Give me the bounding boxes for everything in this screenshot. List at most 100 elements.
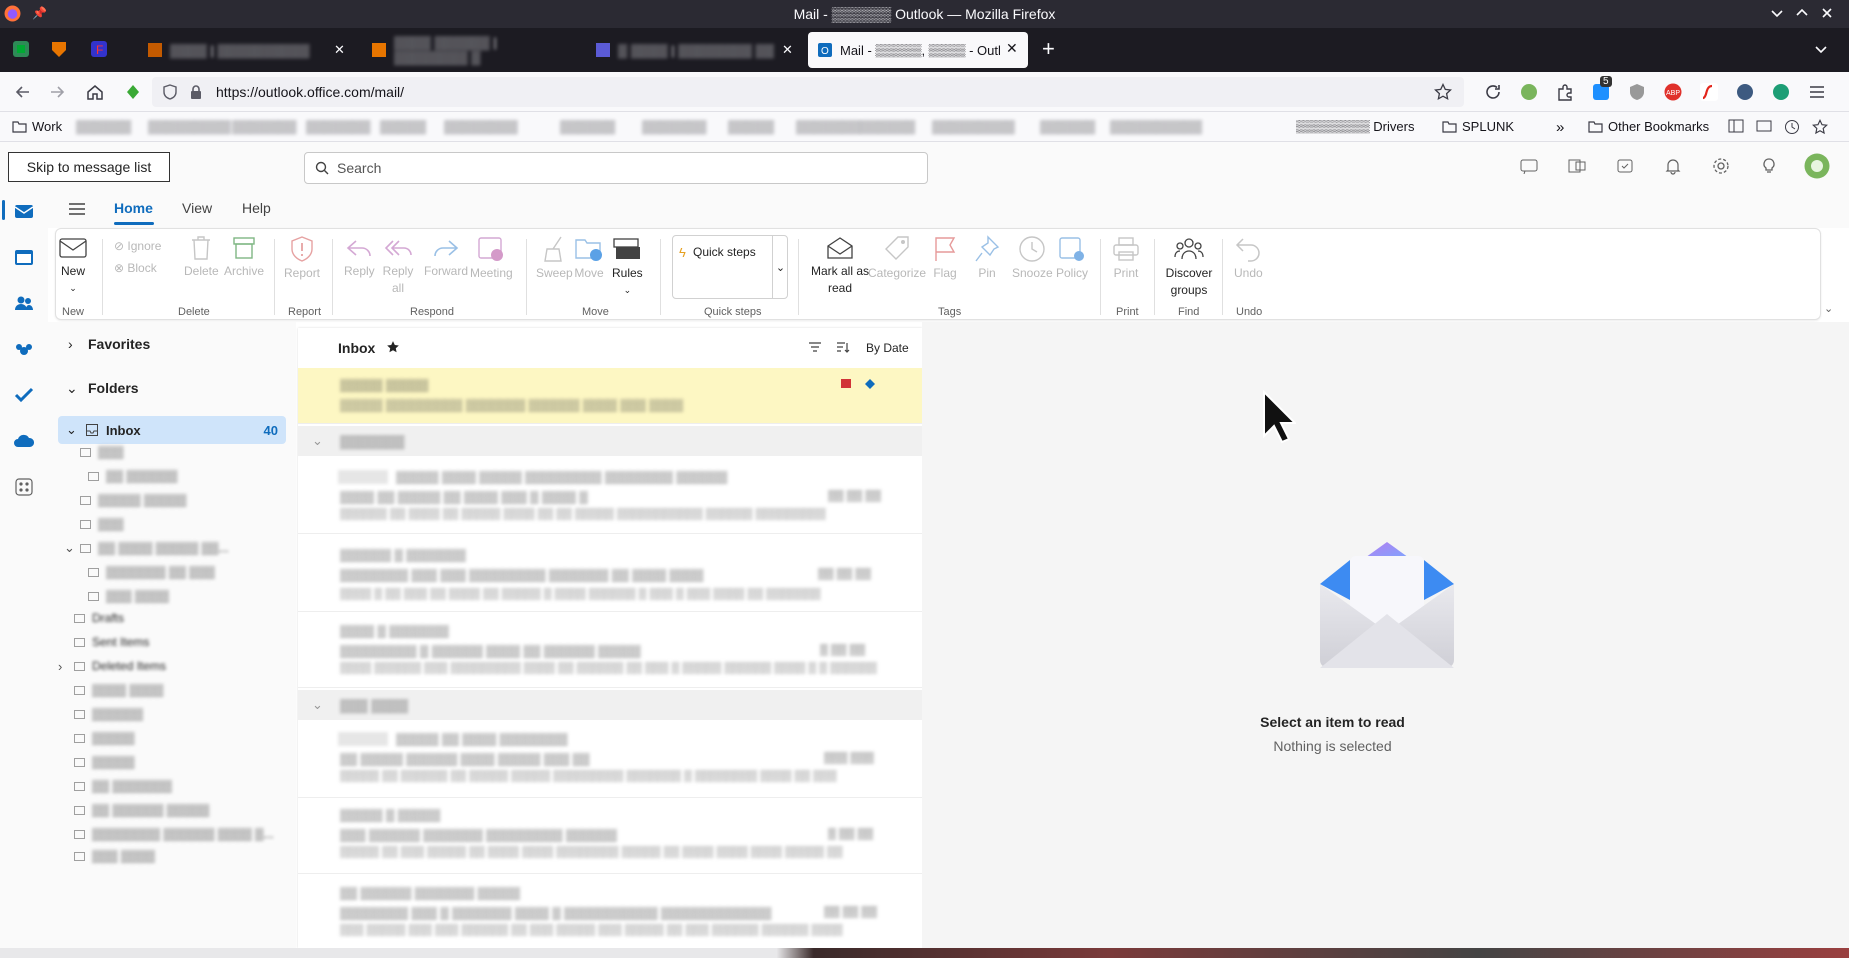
pin-button[interactable]: Pin — [974, 235, 1000, 282]
extension-icon[interactable] — [124, 83, 142, 101]
mark-all-read-button[interactable]: Mark all as read — [808, 235, 872, 297]
lightbulb-icon[interactable] — [1760, 157, 1778, 175]
flash-extension-icon[interactable] — [1700, 83, 1718, 101]
bookmark-item[interactable]: ▒▒▒▒▒▒ — [76, 119, 131, 134]
minimize-chevron-icon[interactable] — [1770, 6, 1784, 20]
extensions-puzzle-icon[interactable] — [1556, 83, 1574, 101]
sidebar-toggle-icon[interactable] — [1728, 119, 1744, 133]
lock-icon[interactable] — [188, 84, 204, 100]
meet-now-icon[interactable] — [1520, 158, 1538, 174]
tab-home[interactable]: Home — [114, 200, 153, 216]
history-clock-icon[interactable] — [1784, 119, 1800, 135]
move-button[interactable]: Move — [574, 235, 604, 282]
ribbon-collapse-chevron-icon[interactable]: ⌄ — [1824, 302, 1833, 315]
bookmark-item[interactable]: ▒▒▒▒▒▒▒▒ Drivers — [1296, 119, 1430, 134]
forward-arrow-icon[interactable] — [48, 83, 66, 101]
bookmarks-overflow-chevron-icon[interactable]: » — [1556, 119, 1564, 136]
bookmark-folder[interactable]: Work — [12, 119, 62, 134]
message-row-flagged[interactable]: ▒▒▒▒▒ ▒▒▒▒▒ ▒▒▒▒▒ ▒▒▒▒▒▒▒▒▒ ▒▒▒▒▒▒▒ ▒▒▒▒… — [298, 368, 922, 424]
chevron-down-icon[interactable]: ⌄ — [624, 282, 632, 299]
bookmark-item[interactable]: ▒▒▒▒▒▒▒▒▒▒ — [1110, 119, 1202, 134]
archive-button[interactable]: Archive — [224, 235, 264, 280]
ignore-button[interactable]: ⊘ Ignore — [114, 239, 161, 253]
reply-button[interactable]: Reply — [344, 235, 375, 280]
message-row[interactable]: ▒▒▒▒▒ ▒▒ ▒▒▒▒ ▒▒▒▒▒▒▒▒ ▒▒ ▒▒▒▒▒ ▒▒▒▒▒▒ ▒… — [298, 722, 922, 798]
print-button[interactable]: Print — [1112, 235, 1140, 282]
menu-hamburger-icon[interactable] — [1808, 83, 1826, 101]
flag-button[interactable]: Flag — [932, 235, 958, 282]
meeting-button[interactable]: Meeting — [470, 235, 513, 282]
bookmark-item[interactable]: ▒▒▒▒▒▒▒▒▒ — [932, 119, 1015, 134]
extension-icon[interactable] — [1772, 83, 1790, 101]
snooze-button[interactable]: Snooze — [1012, 235, 1053, 282]
flag-icon[interactable] — [840, 378, 852, 390]
close-tab-icon[interactable]: ✕ — [1006, 40, 1018, 57]
url-text[interactable]: https://outlook.office.com/mail/ — [216, 84, 404, 100]
bookmark-item[interactable]: ▒▒▒▒▒▒▒ — [796, 119, 860, 134]
message-row[interactable]: ▒▒▒▒▒▒ ▒ ▒▒▒▒▒▒▒ ▒▒▒▒▒▒▒▒ ▒▒▒ ▒▒▒ ▒▒▒▒▒▒… — [298, 534, 922, 612]
sweep-button[interactable]: Sweep — [536, 235, 573, 282]
people-app-icon[interactable] — [14, 294, 34, 312]
mail-app-icon[interactable] — [14, 202, 34, 220]
shield-extension-icon[interactable] — [1628, 83, 1646, 101]
home-icon[interactable] — [86, 83, 104, 101]
block-button[interactable]: ⊗ Block — [114, 261, 157, 275]
quick-steps-chevron-icon[interactable]: ⌄ — [772, 236, 788, 298]
bell-icon[interactable] — [1664, 157, 1682, 175]
favorites-header[interactable]: › Favorites — [48, 330, 296, 358]
groups-app-icon[interactable] — [14, 340, 34, 358]
gear-icon[interactable] — [1712, 157, 1730, 175]
close-tab-icon[interactable]: ✕ — [782, 42, 793, 58]
pinned-tab-icon[interactable]: F — [90, 40, 108, 58]
message-row[interactable]: ▒▒▒▒▒ ▒▒▒▒ ▒▒▒▒▒ ▒▒▒▒▒▒▒▒▒ ▒▒▒▒▒▒▒▒ ▒▒▒▒… — [298, 458, 922, 534]
date-group-header[interactable]: ⌄ ▒▒▒▒▒▒▒ — [298, 426, 922, 456]
policy-button[interactable]: Policy — [1056, 235, 1088, 282]
new-tab-icon[interactable]: + — [1042, 36, 1055, 62]
date-group-header[interactable]: ⌄ ▒▒▒ ▒▒▒▒ — [298, 690, 922, 720]
back-arrow-icon[interactable] — [14, 83, 32, 101]
chevron-right-icon[interactable]: › — [58, 659, 62, 674]
filter-icon[interactable] — [808, 341, 822, 353]
todo-icon[interactable] — [1616, 158, 1634, 174]
skip-to-message-list-button[interactable]: Skip to message list — [8, 152, 170, 182]
teams-icon[interactable] — [1568, 158, 1586, 174]
sort-icon[interactable] — [836, 341, 850, 353]
other-bookmarks-folder[interactable]: Other Bookmarks — [1588, 119, 1709, 134]
bookmark-item[interactable]: ▒▒▒▒▒▒▒ — [642, 119, 706, 134]
folders-header[interactable]: ⌄ Folders — [48, 374, 296, 402]
favorite-star-icon[interactable] — [386, 340, 400, 354]
avatar[interactable] — [1804, 153, 1830, 179]
bookmark-star-icon[interactable] — [1434, 83, 1452, 101]
message-row[interactable]: ▒▒▒▒▒ ▒ ▒▒▒▒▒ ▒▒▒ ▒▒▒▒▒▒ ▒▒▒▒▒▒▒ ▒▒▒▒▒▒▒… — [298, 798, 922, 874]
reload-icon[interactable] — [1484, 83, 1502, 101]
message-row[interactable]: ▒▒▒▒ ▒ ▒▒▒▒▒▒▒ ▒▒▒▒▒▒▒▒▒ ▒ ▒▒▒▒▒▒ ▒▒▒▒ ▒… — [298, 612, 922, 688]
tracking-shield-icon[interactable] — [162, 84, 178, 100]
bookmark-item[interactable]: ▒▒▒▒▒▒▒▒▒ — [148, 119, 231, 134]
sort-by-date-button[interactable]: By Date — [866, 341, 909, 355]
bookmark-star-icon[interactable] — [1812, 119, 1828, 135]
bookmark-item[interactable]: ▒▒▒▒▒▒▒ — [306, 119, 370, 134]
url-bar[interactable]: https://outlook.office.com/mail/ — [152, 77, 1464, 107]
screenshot-icon[interactable] — [1756, 119, 1772, 133]
delete-button[interactable]: Delete — [184, 235, 219, 280]
bookmark-item[interactable]: ▒▒▒▒▒▒ — [860, 119, 915, 134]
close-window-icon[interactable] — [1820, 6, 1834, 20]
tab-view[interactable]: View — [182, 200, 212, 216]
chevron-down-icon[interactable]: ⌄ — [69, 280, 77, 297]
bookmark-item[interactable]: ▒▒▒▒▒ — [728, 119, 774, 134]
bookmark-item[interactable]: ▒▒▒▒▒ — [380, 119, 426, 134]
search-input[interactable]: Search — [304, 152, 928, 184]
pinned-tab-icon[interactable] — [50, 40, 68, 58]
pin-icon[interactable] — [864, 378, 876, 390]
undo-button[interactable]: Undo — [1234, 235, 1263, 282]
calendar-app-icon[interactable] — [14, 248, 34, 266]
tab[interactable]: ▒▒▒▒ ▒▒▒▒▒▒ | ▒▒▒▒▒▒▒▒ ▒ — [362, 32, 582, 68]
message-row[interactable]: ▒▒ ▒▒▒▒▒▒ ▒▒▒▒▒▒▒ ▒▒▒▒▒ ▒▒▒▒▒▒▒▒ ▒▒▒ ▒ ▒… — [298, 874, 922, 948]
todo-app-icon[interactable] — [14, 386, 34, 404]
reply-all-button[interactable]: Reply all — [382, 235, 414, 297]
bookmark-folder[interactable]: SPLUNK — [1442, 119, 1514, 134]
more-apps-icon[interactable] — [14, 478, 34, 496]
report-button[interactable]: Report — [284, 235, 320, 282]
tab-outlook-mail[interactable]: O Mail - ▒▒▒▒▒, ▒▒▒▒ - Outlo — [808, 32, 1028, 68]
tab-help[interactable]: Help — [242, 200, 271, 216]
